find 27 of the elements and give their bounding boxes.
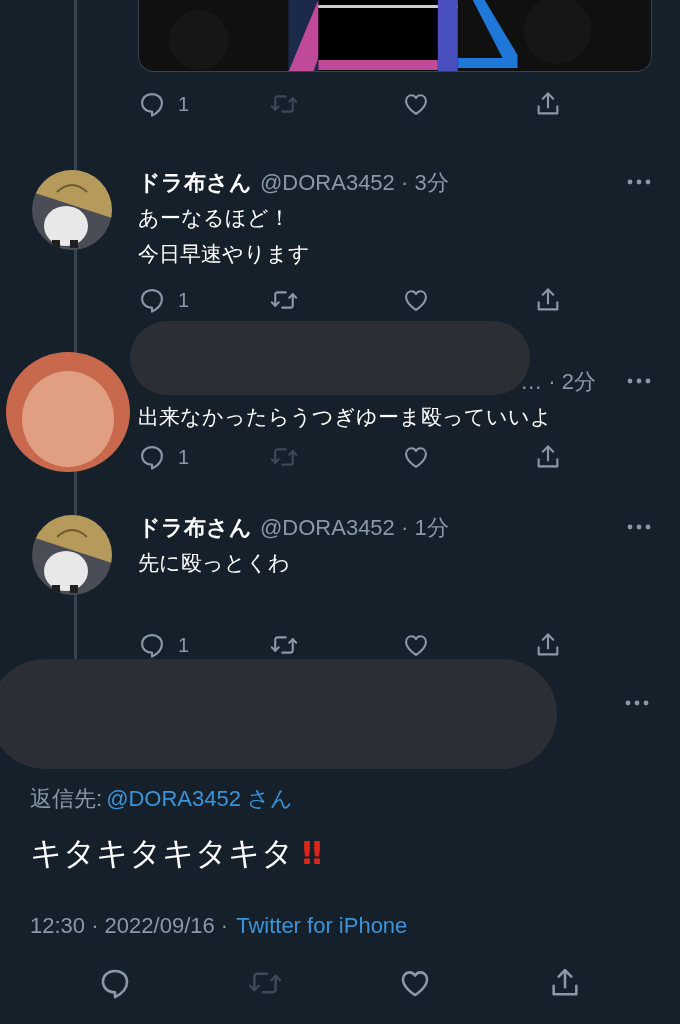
reply-icon[interactable] bbox=[138, 443, 166, 471]
tweet-text: 出来なかったらうつぎゆーま殴っていいよ bbox=[138, 404, 553, 430]
more-icon[interactable] bbox=[626, 523, 652, 531]
tweet-text: あーなるほど！ bbox=[138, 205, 291, 231]
timestamp: 12:30 · 2022/09/16 · bbox=[30, 911, 229, 940]
reply-count: 1 bbox=[178, 445, 190, 470]
tweet-text: 先に殴っとくわ bbox=[138, 550, 291, 576]
tweet-text: 今日早速やります bbox=[138, 241, 311, 267]
reply-icon[interactable] bbox=[138, 286, 166, 314]
more-icon[interactable] bbox=[626, 178, 652, 186]
reply-icon[interactable] bbox=[138, 90, 166, 118]
more-icon[interactable] bbox=[626, 377, 652, 385]
tweet-text: キタキタキタキタ ‼ bbox=[30, 833, 324, 873]
reply-count: 1 bbox=[178, 92, 190, 117]
reply-count: 1 bbox=[178, 288, 190, 313]
reply-to-label: 返信先: bbox=[30, 784, 103, 813]
more-icon[interactable] bbox=[624, 699, 650, 707]
author-name[interactable]: ドラ布さん bbox=[138, 165, 252, 199]
mention-link[interactable]: @DORA3452 さん bbox=[106, 781, 294, 815]
tweet-meta: @DORA3452 · 1分 bbox=[260, 513, 449, 542]
reply-icon[interactable] bbox=[138, 631, 166, 659]
source-link[interactable]: Twitter for iPhone bbox=[236, 908, 408, 942]
author-name[interactable]: ドラ布さん bbox=[138, 510, 252, 544]
reply-count: 1 bbox=[178, 633, 190, 658]
avatar-icon bbox=[5, 349, 131, 475]
tweet-meta: @DORA3452 · 3分 bbox=[260, 168, 449, 197]
tweet-meta: … · 2分 bbox=[520, 367, 596, 396]
